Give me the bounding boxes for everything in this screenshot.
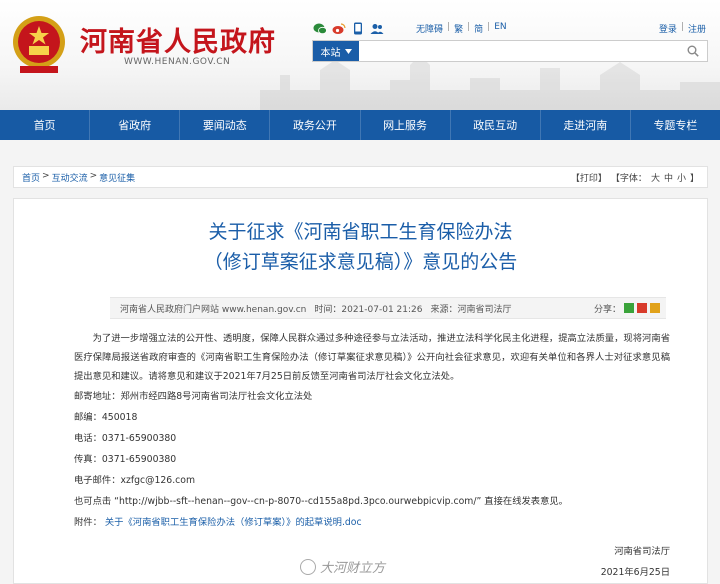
breadcrumb-home[interactable]: 首页 (22, 171, 40, 184)
simplified-link[interactable]: 简 (474, 22, 483, 35)
online-feedback-prefix: 也可点击 (74, 496, 112, 507)
article-title: 关于征求《河南省职工生育保险办法 （修订草案征求意见稿）》意见的公告 (14, 217, 707, 277)
attachment: 附件： 关于《河南省职工生育保险办法（修订草案）》的起草说明.doc (74, 512, 670, 533)
online-feedback-link[interactable]: “http://wjbb--sft--henan--gov--cn-p-8070… (114, 496, 481, 507)
site-title[interactable]: 河南省人民政府 (80, 20, 276, 59)
top-links: 无障碍 | 繁 | 简 | EN (416, 22, 507, 35)
mobile-icon[interactable] (350, 22, 365, 35)
search-input[interactable] (359, 41, 679, 61)
article-meta: 河南省人民政府门户网站 www.henan.gov.cn 时间：2021-07-… (110, 297, 666, 319)
nav-special-topics[interactable]: 专题专栏 (631, 110, 720, 140)
attachment-link[interactable]: 关于《河南省职工生育保险办法（修订草案）》的起草说明.doc (105, 517, 362, 528)
weibo-watermark-icon (300, 558, 316, 575)
attachment-label: 附件： (74, 517, 102, 528)
font-small-button[interactable]: 小 (677, 171, 686, 184)
search-button[interactable] (679, 41, 707, 61)
nav-news[interactable]: 要闻动态 (180, 110, 271, 140)
accessibility-link[interactable]: 无障碍 (416, 22, 443, 35)
phone-number: 电话：0371-65900380 (74, 433, 177, 444)
login-link[interactable]: 登录 (659, 22, 677, 35)
nav-home[interactable]: 首页 (0, 110, 91, 140)
article-title-line: （修订草案征求意见稿）》意见的公告 (203, 251, 518, 273)
page-tools: 【打印】 【字体： 大 中 小 】 (571, 171, 699, 184)
share-bar: 分享： (594, 302, 666, 315)
register-link[interactable]: 注册 (688, 22, 706, 35)
wechat-share-icon[interactable] (624, 303, 634, 313)
separator: | (487, 22, 491, 32)
qzone-share-icon[interactable] (650, 303, 660, 313)
breadcrumb-bar: 首页 > 互动交流 > 意见征集 【打印】 【字体： 大 中 小 】 (13, 166, 708, 188)
article-source: 来源：河南省司法厅 (430, 304, 512, 315)
nav-public-affairs[interactable]: 政务公开 (270, 110, 361, 140)
article-body: 为了进一步增强立法的公开性、透明度，保障人民群众通过多种途径参与立法活动，推进立… (74, 329, 670, 583)
font-size-end: 】 (689, 173, 699, 184)
site-url: WWW.HENAN.GOV.CN (124, 57, 231, 67)
separator: | (447, 22, 451, 32)
people-icon[interactable] (369, 22, 384, 35)
account-links: 登录 | 注册 (659, 22, 706, 35)
social-icons (312, 22, 384, 35)
mailing-address: 邮寄地址：郑州市经四路8号河南省司法厅社会文化立法处 (74, 391, 313, 402)
search-scope-select[interactable]: 本站 (313, 41, 359, 61)
search-icon (687, 45, 699, 57)
separator: | (467, 22, 471, 32)
breadcrumb: 首页 > 互动交流 > 意见征集 (22, 171, 135, 184)
english-link[interactable]: EN (494, 22, 506, 35)
search-scope-label: 本站 (320, 47, 341, 59)
nav-provincial-government[interactable]: 省政府 (90, 110, 181, 140)
online-feedback-suffix: 直接在线发表意见。 (484, 496, 568, 507)
watermark-text: 大河财立方 (320, 561, 386, 576)
main-nav: 首页 省政府 要闻动态 政务公开 网上服务 政民互动 走进河南 专题专栏 (0, 110, 720, 140)
article-title-line: 关于征求《河南省职工生育保险办法 (208, 221, 513, 243)
nav-about-henan[interactable]: 走进河南 (541, 110, 631, 140)
fax-number: 传真：0371-65900380 (74, 454, 177, 465)
article-time: 时间：2021-07-01 21:26 (314, 304, 423, 315)
article-publisher: 河南省人民政府门户网站 www.henan.gov.cn (120, 304, 307, 315)
national-emblem-icon (13, 16, 65, 73)
search-bar: 本站 (312, 40, 708, 62)
separator: | (680, 22, 684, 32)
article-intro: 为了进一步增强立法的公开性、透明度，保障人民群众通过多种途径参与立法活动，推进立… (74, 333, 670, 382)
nav-online-services[interactable]: 网上服务 (361, 110, 451, 140)
weibo-icon[interactable] (331, 22, 346, 35)
traditional-link[interactable]: 繁 (454, 22, 463, 35)
breadcrumb-current[interactable]: 意见征集 (99, 171, 135, 184)
watermark: 大河财立方 (300, 557, 385, 576)
nav-interaction[interactable]: 政民互动 (451, 110, 541, 140)
postal-code: 邮编：450018 (74, 412, 138, 423)
wechat-icon[interactable] (312, 22, 327, 35)
chevron-down-icon (344, 48, 352, 54)
breadcrumb-separator: > (89, 170, 98, 181)
article-panel: 关于征求《河南省职工生育保险办法 （修订草案征求意见稿）》意见的公告 河南省人民… (13, 198, 708, 584)
breadcrumb-interaction[interactable]: 互动交流 (52, 171, 88, 184)
online-feedback: 也可点击 “http://wjbb--sft--henan--gov--cn-p… (74, 491, 670, 512)
email-address: 电子邮件：xzfgc@126.com (74, 475, 196, 486)
share-label: 分享： (593, 304, 621, 315)
weibo-share-icon[interactable] (637, 303, 647, 313)
font-size-label: 【字体： (610, 173, 647, 184)
site-header: 河南省人民政府 WWW.HENAN.GOV.CN 无障碍 | 繁 | 简 | E… (0, 0, 720, 110)
font-large-button[interactable]: 大 (651, 171, 660, 184)
font-medium-button[interactable]: 中 (664, 171, 673, 184)
breadcrumb-separator: > (42, 170, 50, 181)
print-button[interactable]: 【打印】 (571, 171, 607, 184)
